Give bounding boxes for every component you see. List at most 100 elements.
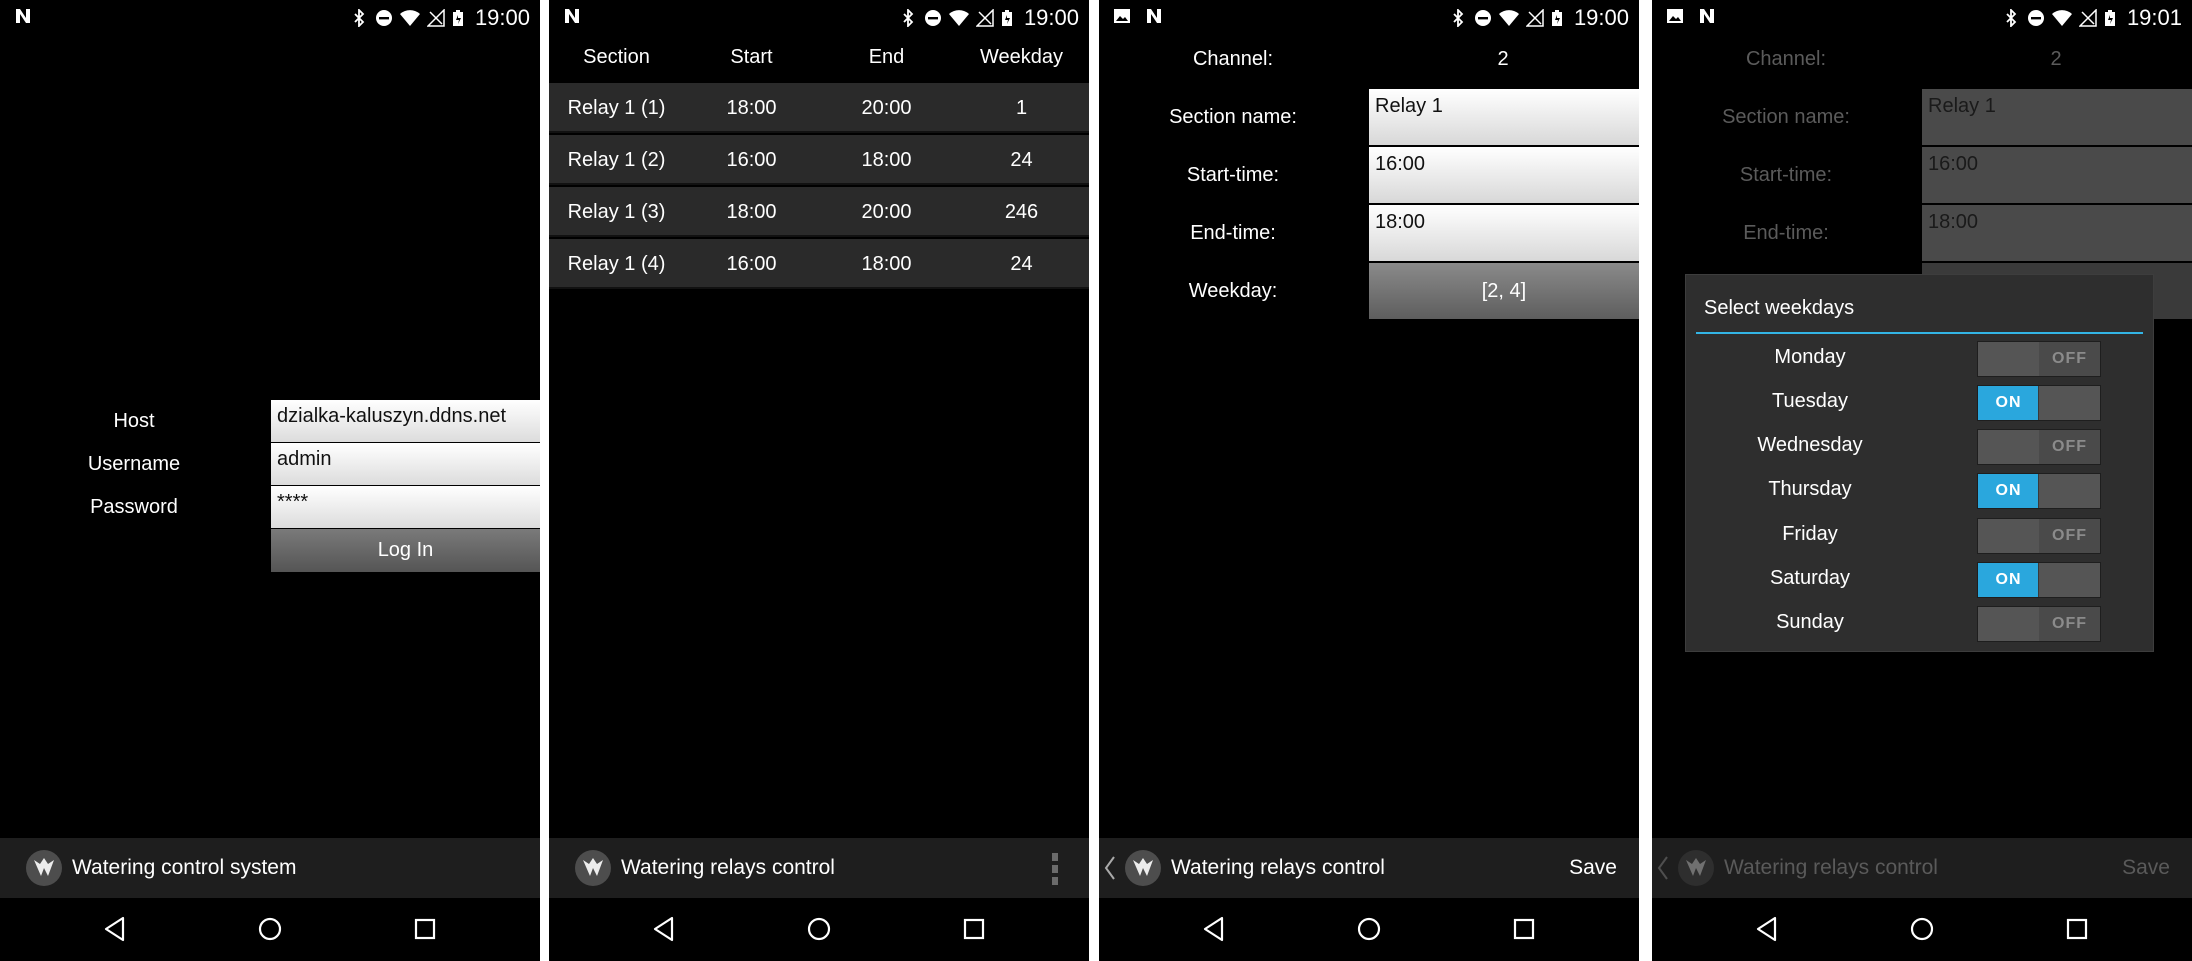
battery-icon	[452, 9, 464, 27]
status-bar: 19:00	[0, 0, 540, 34]
saturday-toggle[interactable]: ON	[1977, 562, 2101, 598]
end-time-input[interactable]: 18:00	[1369, 205, 1639, 261]
column-header-start: Start	[730, 46, 773, 68]
status-time: 19:00	[474, 5, 530, 30]
wednesday-toggle[interactable]: OFF	[1977, 429, 2101, 465]
nav-home-icon[interactable]	[1907, 914, 1937, 944]
status-time: 19:00	[1023, 5, 1079, 30]
weekday-row-thursday: Thursday ON	[1686, 467, 2155, 511]
signal-icon	[976, 9, 994, 27]
weekday-label: Tuesday	[1772, 390, 1848, 412]
nav-home-icon[interactable]	[1354, 914, 1384, 944]
wifi-icon	[949, 9, 969, 27]
toggle-thumb	[2038, 386, 2100, 420]
toggle-thumb	[2038, 474, 2100, 508]
username-input[interactable]: admin	[271, 443, 540, 485]
nav-home-icon[interactable]	[804, 914, 834, 944]
save-button[interactable]: Save	[1569, 838, 1617, 898]
cell-section: Relay 1 (1)	[567, 97, 666, 119]
status-bar: 19:00	[549, 0, 1089, 34]
nav-recents-icon[interactable]	[410, 914, 440, 944]
do-not-disturb-icon	[375, 9, 393, 27]
table-row[interactable]: Relay 1 (3) 18:00 20:00 246	[549, 187, 1089, 237]
app-title: Watering relays control	[1724, 856, 1938, 879]
bluetooth-icon	[1449, 9, 1467, 27]
image-notification-icon	[1666, 7, 1684, 25]
start-time-input[interactable]: 16:00	[1369, 147, 1639, 203]
app-logo-icon[interactable]	[1125, 850, 1161, 886]
cell-start: 18:00	[726, 201, 777, 223]
thursday-toggle[interactable]: ON	[1977, 473, 2101, 509]
column-header-weekday: Weekday	[979, 46, 1063, 68]
app-title: Watering control system	[72, 856, 297, 879]
nav-bar	[1652, 898, 2192, 961]
login-button[interactable]: Log In	[271, 529, 540, 572]
sunday-toggle[interactable]: OFF	[1977, 606, 2101, 642]
weekday-label: Sunday	[1776, 611, 1844, 633]
nav-recents-icon[interactable]	[1509, 914, 1539, 944]
nav-recents-icon[interactable]	[2062, 914, 2092, 944]
signal-icon	[427, 9, 445, 27]
notification-n-icon	[563, 7, 581, 25]
nav-recents-icon[interactable]	[959, 914, 989, 944]
toggle-state: OFF	[2039, 519, 2100, 553]
start-time-row: Start-time: 16:00	[1652, 147, 2192, 203]
do-not-disturb-icon	[924, 9, 942, 27]
app-logo-icon	[26, 850, 62, 886]
select-weekdays-dialog: Select weekdays Monday OFF Tuesday ON We…	[1685, 274, 2154, 652]
cell-end: 18:00	[861, 149, 912, 171]
nav-back-icon[interactable]	[1199, 914, 1229, 944]
host-row: Host dzialka-kaluszyn.ddns.net	[0, 400, 540, 442]
bluetooth-icon	[350, 9, 368, 27]
username-row: Username admin	[0, 443, 540, 485]
nav-home-icon[interactable]	[255, 914, 285, 944]
column-header-section: Section	[583, 46, 650, 68]
host-input[interactable]: dzialka-kaluszyn.ddns.net	[271, 400, 540, 442]
weekday-row-tuesday: Tuesday ON	[1686, 379, 2155, 423]
weekday-label: Saturday	[1769, 567, 1851, 589]
battery-icon	[1001, 9, 1013, 27]
signal-icon	[1526, 9, 1544, 27]
nav-bar	[549, 898, 1089, 961]
weekday-row-saturday: Saturday ON	[1686, 556, 2155, 600]
tuesday-toggle[interactable]: ON	[1977, 385, 2101, 421]
app-logo-icon	[575, 850, 611, 886]
overflow-menu-icon[interactable]	[1051, 852, 1059, 886]
notification-n-icon	[1145, 7, 1163, 25]
weekday-button[interactable]: [2, 4]	[1369, 263, 1639, 319]
up-chevron-icon	[1656, 854, 1670, 882]
dialog-title: Select weekdays	[1704, 297, 1855, 319]
password-input[interactable]: ****	[271, 486, 540, 528]
end-time-label: End-time:	[1743, 222, 1829, 244]
cell-start: 16:00	[726, 149, 777, 171]
nav-back-icon[interactable]	[100, 914, 130, 944]
table-row[interactable]: Relay 1 (4) 16:00 18:00 24	[549, 239, 1089, 289]
nav-back-icon[interactable]	[649, 914, 679, 944]
notification-n-icon	[14, 7, 32, 25]
nav-back-icon[interactable]	[1752, 914, 1782, 944]
table-row[interactable]: Relay 1 (1) 18:00 20:00 1	[549, 83, 1089, 133]
monday-toggle[interactable]: OFF	[1977, 341, 2101, 377]
do-not-disturb-icon	[1474, 9, 1492, 27]
password-label: Password	[90, 496, 178, 518]
save-button: Save	[2122, 856, 2170, 879]
wifi-icon	[1499, 9, 1519, 27]
cell-start: 18:00	[726, 97, 777, 119]
table-row[interactable]: Relay 1 (2) 16:00 18:00 24	[549, 135, 1089, 185]
cell-weekday: 1	[1015, 97, 1028, 119]
section-name-input[interactable]: Relay 1	[1369, 89, 1639, 145]
section-name-row: Section name: Relay 1	[1099, 89, 1639, 145]
nav-bar	[1099, 898, 1639, 961]
channel-row: Channel: 2	[1652, 31, 2192, 87]
start-time-label: Start-time:	[1186, 164, 1280, 186]
channel-label: Channel:	[1192, 48, 1274, 70]
friday-toggle[interactable]: OFF	[1977, 518, 2101, 554]
wifi-icon	[2052, 9, 2072, 27]
bluetooth-icon	[899, 9, 917, 27]
up-chevron-icon[interactable]	[1103, 854, 1117, 882]
app-title: Watering relays control	[621, 856, 835, 879]
cell-section: Relay 1 (4)	[567, 253, 666, 275]
toggle-thumb	[1978, 607, 2040, 641]
weekday-row: Weekday: [2, 4]	[1099, 263, 1639, 319]
weekday-label: Monday	[1774, 346, 1846, 368]
